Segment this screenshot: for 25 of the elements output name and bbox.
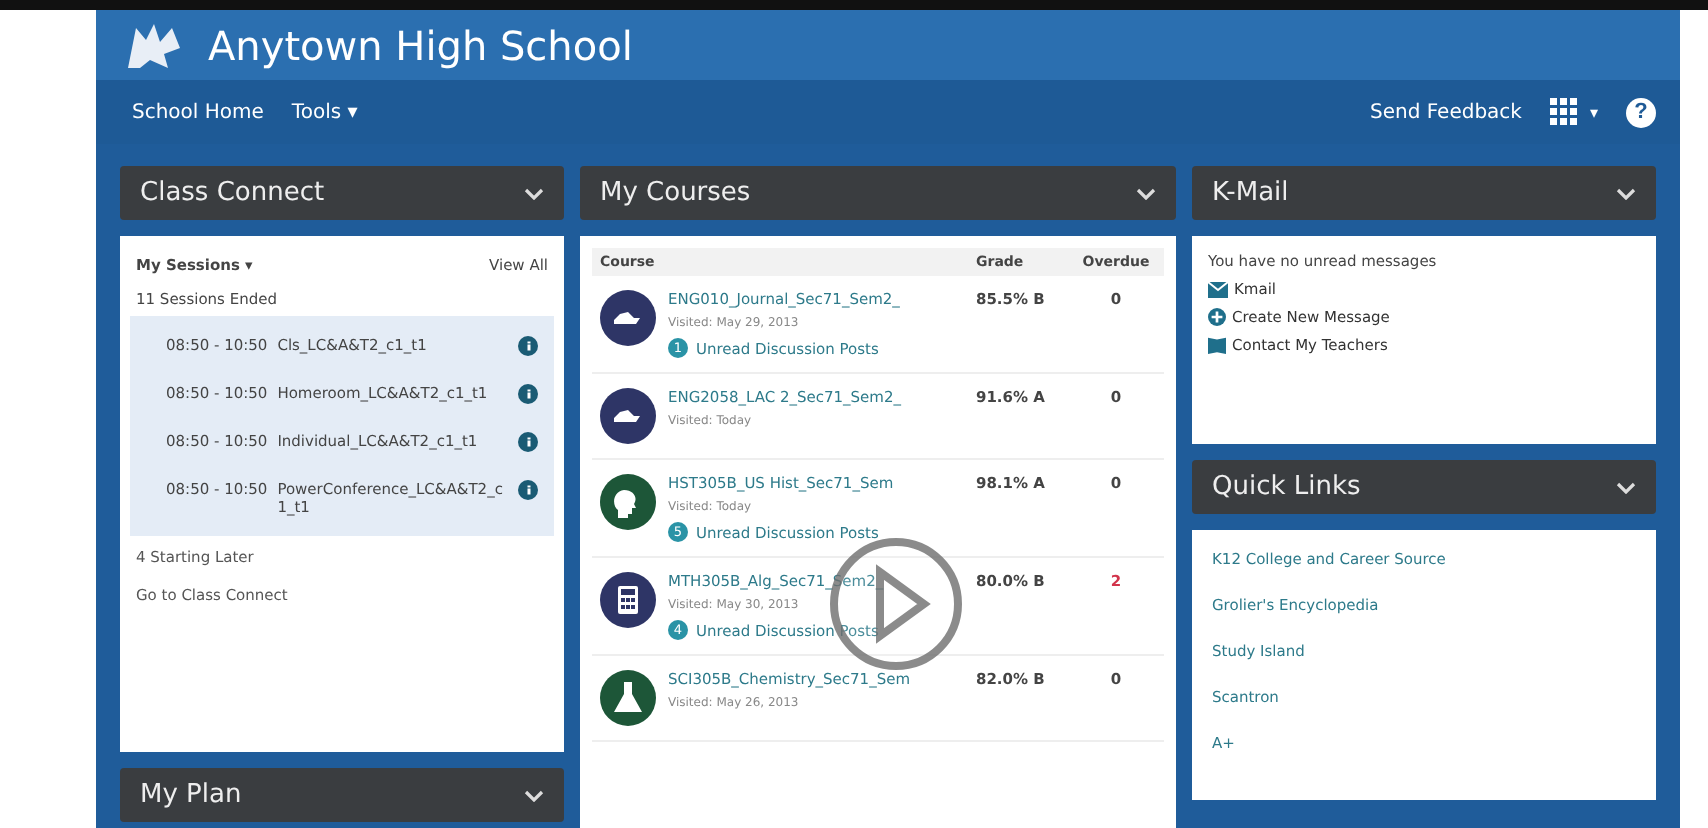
help-button[interactable]: ? [1626, 97, 1656, 127]
info-icon[interactable] [518, 336, 538, 356]
book-icon [1208, 336, 1226, 354]
chevron-icon[interactable] [1136, 187, 1156, 199]
info-icon[interactable] [518, 384, 538, 404]
chevron-icon[interactable] [524, 789, 544, 801]
panel-title: Class Connect [140, 178, 325, 208]
logo-icon [124, 19, 184, 71]
panel-title: Quick Links [1212, 472, 1361, 502]
chevron-icon[interactable] [1616, 187, 1636, 199]
plus-circle-icon [1208, 308, 1226, 326]
envelope-icon [1208, 281, 1228, 297]
chevron-icon[interactable] [1616, 481, 1636, 493]
info-icon[interactable] [518, 432, 538, 452]
panel-title: K-Mail [1212, 178, 1289, 208]
nav-link[interactable]: School Home [132, 101, 264, 123]
panel-title: My Courses [600, 178, 751, 208]
send-feedback-link[interactable]: Send Feedback [1369, 101, 1522, 123]
panel-title: My Plan [140, 780, 242, 810]
apps-grid-icon[interactable] [1549, 98, 1578, 126]
nav-link[interactable]: Tools ▾ [291, 101, 358, 123]
info-icon[interactable] [518, 480, 538, 500]
caret-icon[interactable]: ▾ [1589, 103, 1598, 121]
chevron-icon[interactable] [524, 187, 544, 199]
school-name: Anytown High School [208, 21, 633, 69]
